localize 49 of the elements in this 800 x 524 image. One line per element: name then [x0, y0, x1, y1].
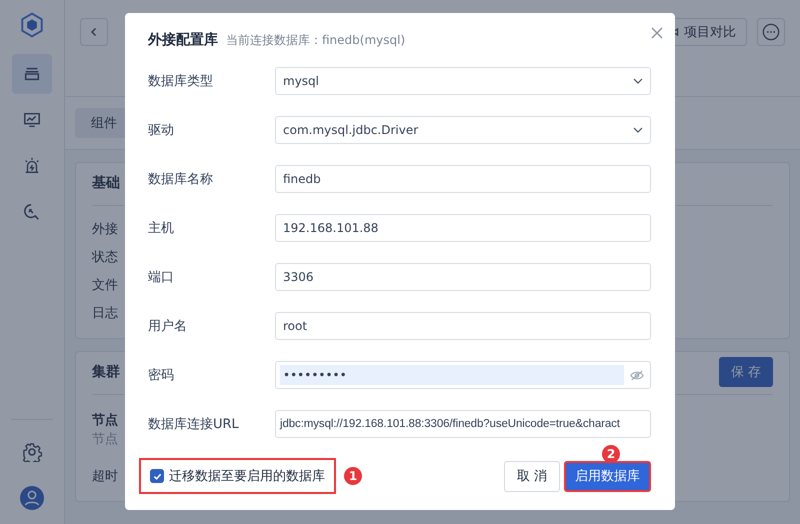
select-field[interactable]: com.mysql.jdbc.Driver — [275, 116, 651, 144]
wrench-search-icon — [23, 203, 41, 221]
close-icon[interactable] — [651, 27, 663, 39]
field-label: 驱动 — [148, 122, 175, 139]
eye-slash-icon[interactable] — [630, 370, 644, 380]
logo-icon — [19, 12, 45, 38]
field-label: 数据库连接URL — [148, 416, 240, 433]
input-field[interactable]: 192.168.101.88 — [275, 214, 651, 242]
setting-label: 节点 — [92, 431, 118, 449]
cancel-button[interactable]: 取 消 — [504, 460, 560, 492]
setting-label: 节点 — [92, 412, 118, 430]
setting-label: 文件 — [92, 277, 118, 295]
setting-label: 外接 — [92, 221, 118, 239]
setting-label: 超时 — [92, 468, 118, 486]
card-title: 集群 — [92, 363, 120, 381]
chevron-down-icon — [633, 127, 643, 133]
step-badge: 1 — [344, 467, 362, 485]
card-title: 基础 — [92, 174, 120, 192]
select-field[interactable]: mysql — [275, 67, 651, 95]
setting-label: 日志 — [92, 305, 118, 323]
field-label: 数据库名称 — [148, 171, 214, 188]
sidebar-item[interactable] — [12, 54, 52, 94]
chevron-down-icon — [633, 78, 643, 84]
input-field[interactable]: jdbc:mysql://192.168.101.88:3306/finedb?useUnicode=true&charact — [275, 410, 651, 438]
input-field[interactable]: finedb — [275, 165, 651, 193]
avatar-icon[interactable] — [20, 486, 44, 510]
field-label: 端口 — [148, 269, 175, 286]
more-icon — [762, 23, 780, 41]
checkmark-icon — [152, 472, 162, 480]
setting-label: 状态 — [92, 249, 118, 267]
chevron-left-icon — [89, 27, 99, 37]
dialog-subtitle: 当前连接数据库：finedb(mysql) — [226, 32, 406, 49]
migrate-checkbox[interactable]: 迁移数据至要启用的数据库 — [139, 458, 336, 494]
input-field[interactable]: root — [275, 312, 651, 340]
alarm-icon — [23, 157, 41, 175]
more-button[interactable] — [757, 18, 785, 46]
password-field[interactable]: ••••••••• — [275, 361, 651, 389]
step-badge: 2 — [602, 444, 620, 462]
monitor-icon — [23, 111, 41, 129]
settings-icon[interactable] — [22, 442, 42, 462]
layers-icon — [23, 65, 41, 83]
checkbox[interactable] — [150, 469, 164, 483]
input-field[interactable]: 3306 — [275, 263, 651, 291]
field-label: 用户名 — [148, 318, 188, 335]
enable-database-button[interactable]: 启用数据库 — [564, 460, 651, 492]
dialog-title: 外接配置库 — [148, 31, 218, 49]
field-label: 主机 — [148, 220, 175, 237]
field-label: 密码 — [148, 367, 175, 384]
field-label: 数据库类型 — [148, 73, 214, 90]
